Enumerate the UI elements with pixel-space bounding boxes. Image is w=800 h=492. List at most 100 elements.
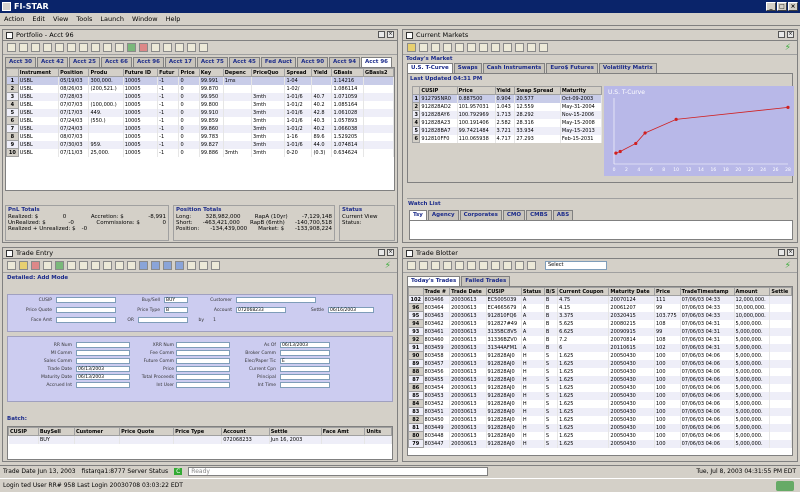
tradedate-input[interactable]: 06/13/2003 [76, 366, 130, 372]
open-icon[interactable] [19, 43, 28, 52]
table-row[interactable]: 7 USBL 07/24/03 10005 -1 0 99.860 3mth 1-01/2 40.… [6, 124, 394, 133]
menu-edit[interactable]: Edit [28, 15, 49, 23]
table-row[interactable]: 2 912828AD2 101.957031 1.043 12.559 May-31-20… [411, 102, 603, 111]
column-header[interactable]: Instrument [17, 68, 60, 77]
price-input[interactable] [176, 366, 230, 372]
column-header[interactable]: Produ [88, 68, 124, 77]
salescomm-input[interactable] [76, 358, 130, 364]
column-header[interactable]: Future ID [122, 68, 159, 77]
table-row[interactable]: 3 USBL 07/28/03 10005 -1 0 99.950 3mth 1-01/6 40.… [6, 92, 394, 101]
check-icon[interactable] [7, 261, 16, 270]
save-icon[interactable] [31, 43, 40, 52]
customer-input[interactable] [236, 297, 316, 303]
table-row[interactable]: 8 USBL 08/07/03 10005 -1 0 99.783 3mth 1-16 89.6 1… [6, 132, 394, 141]
delete-icon[interactable] [31, 261, 40, 270]
tab-agency[interactable]: Agency [427, 210, 459, 220]
elecpaper-select[interactable]: E [280, 358, 330, 364]
table-row[interactable]: 90 803458 20030613 912828AJ0 H S 1.625 20050430… [408, 351, 792, 360]
settings-icon[interactable] [527, 261, 536, 270]
futurecomm-input[interactable] [176, 358, 230, 364]
lightning-icon[interactable]: ⚡ [785, 261, 791, 271]
print-icon[interactable] [443, 43, 452, 52]
cut-icon[interactable] [79, 43, 88, 52]
column-header[interactable]: Price Type [173, 427, 223, 436]
cut-icon[interactable] [91, 261, 100, 270]
column-header[interactable]: Amount [733, 287, 771, 296]
column-header[interactable]: Yield [311, 68, 333, 77]
print-icon[interactable] [43, 43, 52, 52]
column-header[interactable]: Settle [769, 287, 792, 296]
column-header[interactable]: B/S [543, 287, 559, 296]
new-icon[interactable] [7, 43, 16, 52]
curcpn-input[interactable] [280, 366, 330, 372]
table-row[interactable]: 91 803459 20030613 31344AFM1 A B 6 20110615 102 0… [408, 343, 792, 352]
column-header[interactable]: TradeTimestamp [679, 287, 735, 296]
table-row[interactable]: 92 803460 20030613 31336BZV0 A B 7.2 20070814 10… [408, 335, 792, 344]
blotter-select-dropdown[interactable]: Select [545, 261, 607, 270]
export-icon[interactable] [127, 43, 136, 52]
find-icon[interactable] [187, 261, 196, 270]
zoom-icon[interactable] [503, 261, 512, 270]
buysell-select[interactable]: BUY [164, 297, 188, 303]
table-row[interactable]: 80 803448 20030613 912828AJ0 H S 1.625 20050430… [408, 431, 792, 440]
grid-icon[interactable] [431, 43, 440, 52]
chart-icon[interactable] [67, 43, 76, 52]
rrnum-input[interactable] [76, 342, 130, 348]
grid-icon[interactable] [419, 261, 428, 270]
table-row[interactable]: 95 803463 20030613 912810FQ6 A B 3.375 20320415… [408, 311, 792, 320]
tab-acct-96[interactable]: Acct 96 [361, 57, 393, 67]
column-header[interactable]: Swap Spread [514, 86, 561, 95]
column-header[interactable]: Price [456, 86, 496, 95]
edit-icon[interactable] [19, 261, 28, 270]
table-row[interactable]: 86 803454 20030613 912828AJ0 H S 1.625 20050430… [408, 383, 792, 392]
matdate-input[interactable]: 06/13/2003 [76, 374, 130, 380]
tab-cmo[interactable]: CMO [502, 210, 526, 220]
panel-restore-icon[interactable] [378, 249, 385, 256]
table-row[interactable]: 5 912828BA7 99.7421484 3.721 33.934 May-15-20… [411, 126, 603, 135]
table-row[interactable]: 84 803452 20030613 912828AJ0 H S 1.625 20050430… [408, 399, 792, 408]
row-del-icon[interactable] [151, 261, 160, 270]
filter-icon[interactable] [187, 43, 196, 52]
table-row[interactable]: BUY 072068233 Jun 16, 2003 [8, 435, 392, 444]
faceamt-input[interactable] [56, 317, 116, 323]
settings-icon[interactable] [539, 43, 548, 52]
column-header[interactable]: Account [221, 427, 270, 436]
tab-todays-trades[interactable]: Today's Trades [407, 276, 461, 286]
column-header[interactable]: Key [198, 68, 224, 77]
table-row[interactable]: 6 912810FF0 110.065938 4.717 27.293 Feb-15-20… [411, 134, 603, 143]
tab-volatility[interactable]: Volatility Matrix [598, 63, 657, 73]
table-row[interactable]: 94 803462 20030613 912827#49 A B 5.625 20080215… [408, 319, 792, 328]
panel-restore-icon[interactable] [778, 31, 785, 38]
print-icon[interactable] [79, 261, 88, 270]
tab-acct-42[interactable]: Acct 42 [36, 57, 68, 67]
zoom-icon[interactable] [175, 43, 184, 52]
column-header[interactable] [408, 287, 424, 296]
save-icon[interactable] [407, 261, 416, 270]
tab-cash[interactable]: Cash Instruments [482, 63, 546, 73]
find-icon[interactable] [491, 261, 500, 270]
tab-cmbs[interactable]: CMBS [526, 210, 552, 220]
panel-close-icon[interactable]: × [387, 31, 394, 38]
pricetype-select[interactable]: B [164, 307, 188, 313]
accrued-input[interactable] [76, 382, 130, 388]
tab-tsy[interactable]: Tsy [409, 210, 427, 220]
column-header[interactable]: Position [58, 68, 90, 77]
column-header[interactable]: Trade # [422, 287, 451, 296]
brokercomm-input[interactable] [280, 350, 330, 356]
account-input[interactable]: 072068233 [236, 307, 286, 313]
pricequote-input[interactable] [56, 307, 116, 313]
table-row[interactable]: 87 803455 20030613 912828AJ0 H S 1.625 20050430… [408, 375, 792, 384]
principal-input[interactable] [280, 374, 330, 380]
filter-icon[interactable] [515, 261, 524, 270]
table-row[interactable]: 10 USBL 07/11/03 25,000. 10005 -1 0 99.886 3mth 3… [6, 148, 394, 157]
print2-icon[interactable] [491, 43, 500, 52]
settings-icon[interactable] [199, 43, 208, 52]
paste-icon[interactable] [479, 43, 488, 52]
print2-icon[interactable] [479, 261, 488, 270]
paste-icon[interactable] [467, 261, 476, 270]
menu-tools[interactable]: Tools [72, 15, 96, 23]
tab-acct-45[interactable]: Acct 45 [228, 57, 260, 67]
column-header[interactable]: Status [520, 287, 545, 296]
table-row[interactable]: 102 803466 20030613 EC5005039 A B 4.75 20070124… [408, 295, 792, 304]
column-header[interactable]: GBasis [331, 68, 364, 77]
